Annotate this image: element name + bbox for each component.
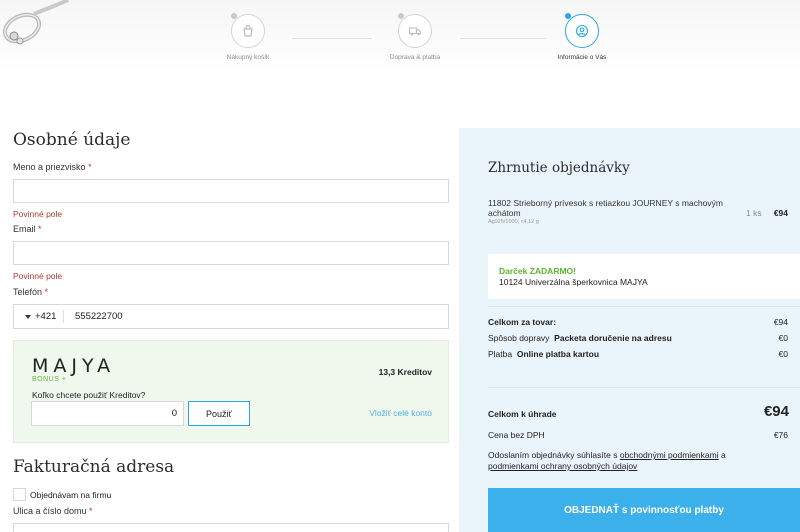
credits-input[interactable]: 0: [31, 401, 184, 426]
personal-section-title: Osobné údaje: [13, 130, 131, 150]
terms-consent-text: Odoslaním objednávky súhlasíte s obchodn…: [488, 450, 726, 471]
payment-row: Platba Online platba kartou €0: [488, 349, 788, 359]
name-field[interactable]: [13, 179, 449, 203]
street-label: Ulica a číslo domu *: [13, 506, 93, 516]
phone-label: Telefón *: [13, 287, 49, 297]
summary-title: Zhrnutie objednávky: [488, 160, 630, 176]
terms-link[interactable]: obchodnými podmienkami: [620, 450, 719, 460]
checkout-progress-header: Nákupný košík Doprava & platba Informáci…: [0, 0, 800, 72]
payment-text: Platba Online platba kartou: [488, 349, 600, 359]
company-checkbox[interactable]: [13, 488, 26, 501]
user-icon: [565, 13, 599, 48]
total-label: Celkom k úhrade: [488, 409, 557, 419]
product-name: 11802 Strieborný prívesok s retiazkou JO…: [488, 198, 723, 218]
summary-divider: [488, 306, 800, 307]
shipping-row: Spôsob dopravy Packeta doručenie na adre…: [488, 333, 788, 343]
gift-name: 10124 Univerzálna šperkovnica MAJYA: [499, 277, 648, 287]
product-quantity: 1 ks: [746, 208, 762, 218]
step-label: Nákupný košík: [226, 54, 270, 61]
product-price: €94: [773, 208, 788, 218]
goods-total-label: Celkom za tovar:: [488, 317, 557, 327]
shipping-value: €0: [778, 333, 788, 343]
caret-down-icon: [25, 314, 31, 319]
net-price-value: €76: [773, 430, 788, 440]
place-order-button[interactable]: OBJEDNAŤ s povinnosťou platby: [488, 488, 800, 532]
goods-total-row: Celkom za tovar: €94: [488, 317, 788, 327]
credits-balance: 13,3 Kreditov: [378, 367, 432, 377]
product-spec: Ag925/1000; c4,12 g: [488, 219, 539, 225]
goods-total-value: €94: [773, 317, 788, 327]
total-value: €94: [763, 403, 789, 420]
net-price-row: Cena bez DPH €76: [488, 430, 788, 440]
name-error: Povinné pole: [13, 209, 63, 219]
email-error: Povinné pole: [13, 271, 63, 281]
country-code-value: +421: [35, 311, 57, 322]
credits-question: Koľko chcete použiť Kreditov?: [32, 390, 146, 400]
step-label: Informácie o Vás: [557, 54, 607, 61]
free-gift-box: Darček ZADARMO! 10124 Univerzálna šperko…: [488, 254, 800, 299]
ring-logo-image: [2, 0, 69, 45]
privacy-link[interactable]: podmienkami ochrany osobných údajov: [488, 461, 637, 471]
truck-icon: [398, 13, 432, 48]
gift-title: Darček ZADARMO!: [499, 266, 576, 276]
bag-icon: [231, 13, 265, 48]
summary-divider: [488, 387, 800, 388]
phone-value: 555222700: [75, 311, 123, 322]
order-summary: Zhrnutie objednávky 11802 Strieborný prí…: [459, 128, 800, 532]
majya-logo: MAJYA: [32, 355, 116, 377]
email-field[interactable]: [13, 241, 449, 265]
use-credits-button[interactable]: Použiť: [188, 401, 250, 426]
payment-value: €0: [778, 349, 788, 359]
checkout-page: Nákupný košík Doprava & platba Informáci…: [0, 0, 800, 532]
step-cart[interactable]: Nákupný košík: [188, 13, 308, 61]
country-code-select[interactable]: +421: [14, 310, 64, 323]
bonus-subtitle: BONUS +: [32, 376, 67, 383]
shipping-text: Spôsob dopravy Packeta doručenie na adre…: [488, 333, 672, 343]
email-label: Email *: [13, 224, 42, 234]
company-checkbox-row[interactable]: Objednávam na firmu: [13, 488, 111, 501]
phone-field[interactable]: +421 555222700: [13, 304, 449, 329]
company-checkbox-label: Objednávam na firmu: [30, 489, 112, 500]
step-label: Doprava & platba: [389, 54, 441, 61]
step-info[interactable]: Informácie o Vás: [522, 13, 642, 61]
name-label: Meno a priezvisko *: [13, 162, 92, 172]
step-shipping[interactable]: Doprava & platba: [355, 13, 475, 61]
net-price-label: Cena bez DPH: [488, 430, 545, 440]
bonus-credits-box: MAJYA BONUS + 13,3 Kreditov Koľko chcete…: [13, 340, 449, 443]
use-all-credits-link[interactable]: Vložiť celé konto: [369, 408, 432, 418]
street-field[interactable]: [13, 523, 449, 532]
billing-section-title: Fakturačná adresa: [13, 457, 175, 477]
